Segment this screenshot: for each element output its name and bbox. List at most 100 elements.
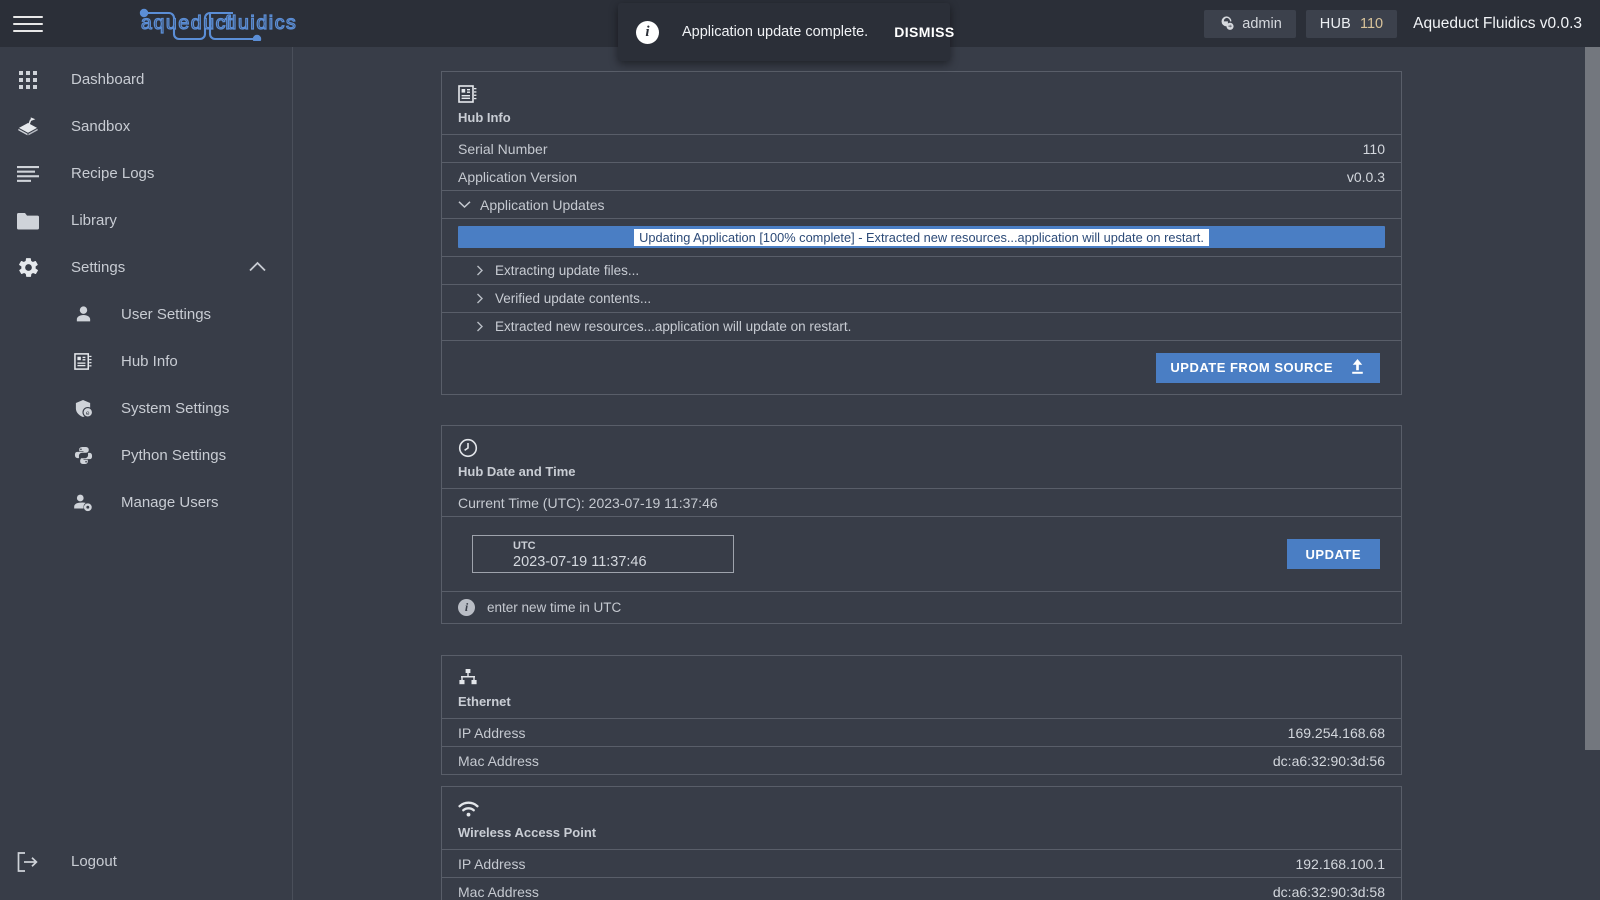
sidebar: Dashboard Sandbox Recipe Logs Library Se… — [0, 47, 293, 900]
hub-chip-label: HUB — [1319, 15, 1351, 32]
clock-icon — [458, 436, 1401, 460]
sidebar-item-library[interactable]: Library — [0, 197, 292, 244]
wireless-mac-row: Mac Address dc:a6:32:90:3d:58 — [442, 877, 1401, 900]
sidebar-item-python-settings[interactable]: Python Settings — [0, 432, 292, 479]
aqueduct-fluidics-logo: aqueduct fluidics — [97, 7, 312, 41]
update-log-line[interactable]: Extracted new resources...application wi… — [442, 312, 1401, 340]
current-time-text: Current Time (UTC): 2023-07-19 11:37:46 — [458, 494, 718, 511]
update-progress-row: Updating Application [100% complete] - E… — [442, 218, 1401, 256]
time-hint-text: enter new time in UTC — [487, 600, 622, 615]
sidebar-item-label: Hub Info — [121, 353, 178, 370]
hub-chip[interactable]: HUB 110 — [1305, 9, 1398, 38]
scrollbar-thumb[interactable] — [1585, 47, 1600, 750]
sidebar-item-label: Python Settings — [121, 447, 227, 464]
hub-date-time-card-header: Hub Date and Time — [442, 426, 1401, 488]
application-updates-toggle[interactable]: Application Updates — [442, 190, 1401, 218]
user-chip[interactable]: admin — [1204, 9, 1296, 38]
main-scrollbar[interactable] — [1585, 47, 1600, 900]
sidebar-item-system-settings[interactable]: e System Settings — [0, 385, 292, 432]
sidebar-item-label: Manage Users — [121, 494, 219, 511]
card-title: Ethernet — [458, 694, 511, 709]
top-bar-right: admin HUB 110 Aqueduct Fluidics v0.0.3 — [1204, 0, 1600, 47]
card-title: Hub Date and Time — [458, 464, 576, 479]
sidebar-item-user-settings[interactable]: User Settings — [0, 291, 292, 338]
sidebar-item-settings[interactable]: Settings — [0, 244, 292, 291]
update-from-source-button[interactable]: UPDATE FROM SOURCE — [1156, 352, 1380, 383]
lines-icon — [13, 165, 43, 182]
app-title: Aqueduct Fluidics v0.0.3 — [1413, 14, 1582, 32]
utc-time-input[interactable]: UTC 2023-07-19 11:37:46 — [472, 535, 734, 573]
person-gear-icon — [68, 493, 98, 512]
logout-icon — [13, 851, 43, 872]
wireless-ip-row: IP Address 192.168.100.1 — [442, 849, 1401, 877]
sidebar-item-sandbox[interactable]: Sandbox — [0, 103, 292, 150]
info-icon: i — [636, 20, 659, 44]
wireless-access-point-card: Wireless Access Point IP Address 192.168… — [441, 786, 1402, 900]
shield-gear-icon: e — [68, 399, 98, 418]
sidebar-item-label: User Settings — [121, 306, 212, 323]
update-log-line[interactable]: Verified update contents... — [442, 284, 1401, 312]
sidebar-item-label: Recipe Logs — [71, 165, 155, 182]
row-label: Application Version — [458, 168, 578, 185]
svg-text:e: e — [85, 410, 89, 417]
sidebar-item-recipe-logs[interactable]: Recipe Logs — [0, 150, 292, 197]
row-value: 169.254.168.68 — [1287, 724, 1385, 741]
row-value: dc:a6:32:90:3d:58 — [1272, 883, 1385, 900]
sidebar-item-label: Settings — [71, 259, 126, 276]
account-icon — [1221, 16, 1234, 30]
hub-chip-icon — [68, 352, 98, 371]
svg-text:fluidics: fluidics — [225, 12, 297, 34]
utc-input-label: UTC — [513, 540, 536, 552]
upload-icon — [1349, 358, 1366, 378]
update-time-button[interactable]: UPDATE — [1286, 539, 1380, 569]
sidebar-item-label: Sandbox — [71, 118, 131, 135]
hub-info-card: Hub Info Serial Number 110 Application V… — [441, 71, 1402, 395]
application-version-row: Application Version v0.0.3 — [442, 162, 1401, 190]
hub-chip-value: 110 — [1360, 15, 1384, 32]
update-progress-text: Updating Application [100% complete] - E… — [634, 228, 1209, 246]
dismiss-button[interactable]: DISMISS — [894, 24, 954, 40]
logout-button[interactable]: Logout — [0, 838, 293, 885]
toast-message: Application update complete. — [682, 24, 869, 40]
logout-label: Logout — [71, 853, 117, 870]
user-chip-label: admin — [1242, 15, 1282, 32]
hamburger-icon[interactable] — [13, 13, 43, 35]
info-icon: i — [458, 599, 475, 616]
chevron-right-icon — [476, 265, 484, 276]
ethernet-card: Ethernet IP Address 169.254.168.68 Mac A… — [441, 655, 1402, 775]
row-label: IP Address — [458, 724, 526, 741]
ethernet-ip-row: IP Address 169.254.168.68 — [442, 718, 1401, 746]
utc-input-value: 2023-07-19 11:37:46 — [513, 554, 647, 570]
sidebar-item-manage-users[interactable]: Manage Users — [0, 479, 292, 526]
chevron-right-icon — [476, 321, 484, 332]
sandbox-icon — [13, 116, 43, 138]
log-line-text: Verified update contents... — [495, 291, 652, 306]
sidebar-item-label: System Settings — [121, 400, 230, 417]
button-label: UPDATE — [1305, 546, 1361, 562]
update-progress-bar: Updating Application [100% complete] - E… — [458, 226, 1385, 248]
sidebar-item-hub-info[interactable]: Hub Info — [0, 338, 292, 385]
row-value: 110 — [1362, 140, 1385, 157]
python-icon — [68, 446, 98, 465]
row-value: dc:a6:32:90:3d:56 — [1272, 752, 1385, 769]
card-title: Hub Info — [458, 110, 511, 125]
person-icon — [68, 305, 98, 324]
serial-number-row: Serial Number 110 — [442, 134, 1401, 162]
current-time-row: Current Time (UTC): 2023-07-19 11:37:46 — [442, 488, 1401, 516]
hub-date-time-card: Hub Date and Time Current Time (UTC): 20… — [441, 425, 1402, 624]
svg-text:aqueduct: aqueduct — [141, 12, 234, 34]
time-input-row: UTC 2023-07-19 11:37:46 UPDATE — [442, 516, 1401, 591]
application-updates-label: Application Updates — [480, 196, 605, 213]
gear-icon — [13, 256, 43, 279]
hub-chip-icon — [458, 82, 1401, 106]
chevron-up-icon[interactable] — [249, 259, 266, 276]
toast-notification: i Application update complete. DISMISS — [618, 3, 954, 61]
time-hint-row: i enter new time in UTC — [442, 591, 1401, 623]
row-label: IP Address — [458, 855, 526, 872]
sidebar-item-dashboard[interactable]: Dashboard — [0, 56, 292, 103]
hub-info-actions: UPDATE FROM SOURCE — [442, 340, 1401, 394]
update-log-line[interactable]: Extracting update files... — [442, 256, 1401, 284]
hub-info-card-header: Hub Info — [442, 72, 1401, 134]
wireless-card-header: Wireless Access Point — [442, 787, 1401, 849]
row-value: v0.0.3 — [1346, 168, 1385, 185]
